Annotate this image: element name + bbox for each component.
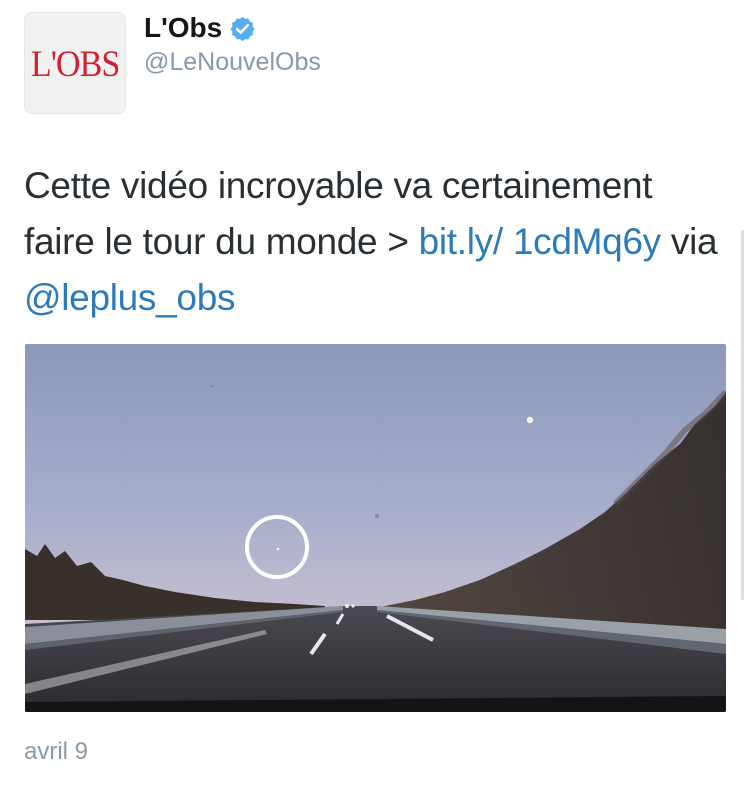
author-display-name[interactable]: L'Obs <box>144 12 222 44</box>
tweet-text: Cette vidéo incroyable va certainement f… <box>24 158 729 326</box>
avatar[interactable]: L'OBS <box>24 12 126 114</box>
author-name-row: L'Obs <box>144 12 256 44</box>
video-thumbnail[interactable] <box>25 344 726 712</box>
tweet-timestamp[interactable]: avril 9 <box>24 737 88 767</box>
scrollbar[interactable] <box>741 230 744 600</box>
verified-check-icon <box>229 15 256 42</box>
avatar-logo: L'OBS <box>30 43 120 85</box>
tweet-link[interactable]: bit.ly/ 1cdMq6y <box>419 221 662 262</box>
tweet-text-via: via <box>660 221 718 262</box>
tweet-card: L'OBS L'Obs @LeNouvelObs Cette vidéo inc… <box>0 0 745 785</box>
tweet-mention[interactable]: @leplus_obs <box>24 277 235 318</box>
author-handle[interactable]: @LeNouvelObs <box>144 47 321 77</box>
